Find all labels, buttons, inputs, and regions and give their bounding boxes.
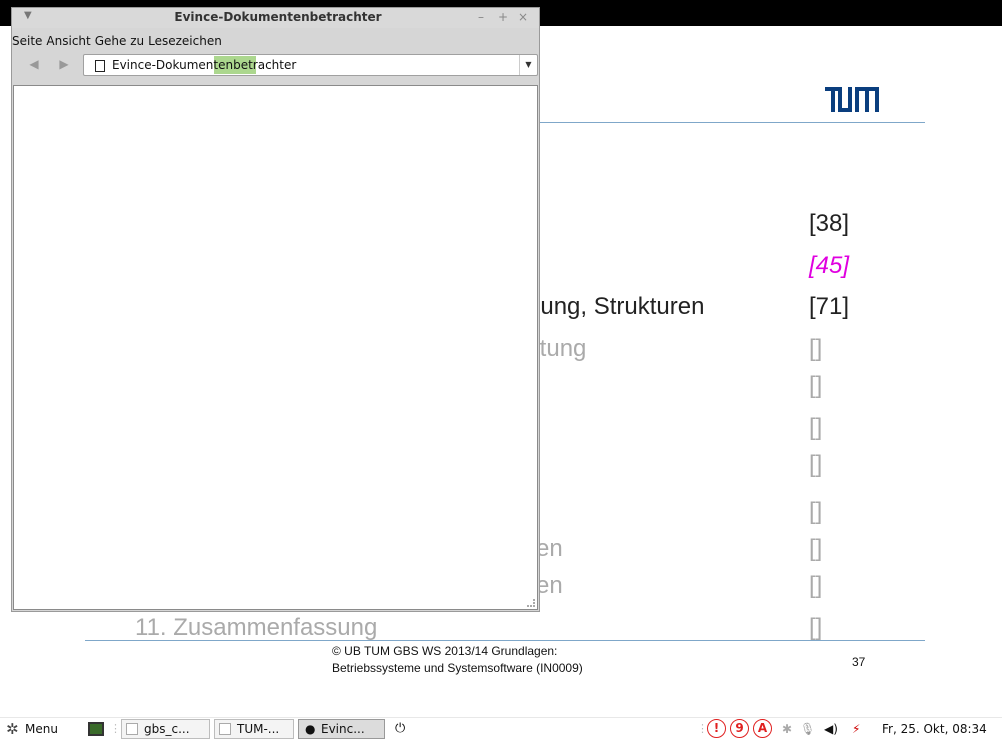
window-title: Evince-Dokumentenbetrachter: [174, 10, 382, 24]
toc-page-ref-current: [45]: [809, 252, 850, 279]
taskbar-window-tum[interactable]: TUM-...: [214, 719, 294, 739]
tray-a-badge[interactable]: A: [753, 719, 772, 738]
tum-logo-icon: [825, 87, 879, 112]
menu-ansicht[interactable]: Ansicht: [46, 34, 90, 48]
menu-seite[interactable]: Seite: [12, 34, 42, 48]
window-icon: [219, 723, 231, 735]
toc-page-ref: []: [809, 498, 823, 525]
chevron-down-icon[interactable]: ▼: [519, 55, 537, 75]
toc-page-ref: []: [809, 335, 823, 362]
evince-icon: ●: [305, 722, 316, 736]
footer-line: Betriebssysteme und Systemsoftware (IN00…: [332, 661, 583, 675]
slide-footer-copyright: © UB TUM GBS WS 2013/14 Grundlagen: Betr…: [332, 643, 583, 677]
location-combo[interactable]: Evince-Dokumentenbetrachter ▼: [83, 54, 538, 76]
volume-icon[interactable]: ◀): [824, 719, 838, 739]
taskbar-window-label: TUM-...: [237, 722, 280, 736]
show-desktop-icon[interactable]: [88, 722, 104, 736]
toc-page-ref: []: [809, 451, 823, 478]
power-icon[interactable]: ⏻: [395, 719, 405, 739]
taskbar: ✲ Menu ⋮ gbs_c... TUM-... ● Evinc... ⏻ ⋮…: [0, 717, 1002, 739]
microphone-icon[interactable]: 🎙: [800, 719, 815, 739]
window-menu-icon[interactable]: ▼: [24, 10, 32, 21]
separator: ⋮: [110, 722, 121, 735]
close-button[interactable]: ×: [518, 10, 528, 24]
footer-line: © UB TUM GBS WS 2013/14 Grundlagen:: [332, 644, 558, 658]
gear-icon[interactable]: ✲: [6, 719, 19, 739]
menu-lesezeichen[interactable]: Lesezeichen: [148, 34, 222, 48]
bluetooth-icon[interactable]: ✱: [782, 719, 792, 739]
toc-entry-text: erung, Strukturen: [519, 293, 705, 320]
slide-page-number: 37: [852, 655, 866, 669]
forward-arrow-icon[interactable]: ▶: [56, 57, 72, 71]
menu-gehe-zu[interactable]: Gehe zu: [95, 34, 144, 48]
document-icon: [95, 60, 105, 72]
toc-entry-text: 11. Zusammenfassung: [135, 614, 378, 641]
toolbar: ◀ ▶ Evince-Dokumentenbetrachter ▼: [12, 52, 539, 80]
back-arrow-icon[interactable]: ◀: [26, 57, 42, 71]
menu-button[interactable]: Menu: [25, 719, 58, 739]
toc-entry-text: en: [536, 535, 563, 562]
toc-page-ref: []: [809, 372, 823, 399]
toc-page-ref: []: [809, 535, 823, 562]
taskbar-window-label: gbs_c...: [144, 722, 190, 736]
tray-alert-badge[interactable]: !: [707, 719, 726, 738]
taskbar-window-gbs[interactable]: gbs_c...: [121, 719, 210, 739]
toc-page-ref: []: [809, 414, 823, 441]
location-text: Evince-Dokumentenbetrachter: [112, 58, 297, 72]
toc-page-ref: [71]: [809, 293, 850, 320]
evince-window: ▼ Evince-Dokumentenbetrachter – + × Seit…: [11, 7, 540, 612]
toc-page-ref: [38]: [809, 210, 850, 237]
taskbar-window-label: Evinc...: [321, 722, 365, 736]
network-icon[interactable]: ⚡: [852, 719, 860, 739]
toc-entry-text: en: [536, 572, 563, 599]
toc-page-ref: []: [809, 614, 823, 641]
clock[interactable]: Fr, 25. Okt, 08:34: [882, 719, 987, 739]
toc-page-ref: []: [809, 572, 823, 599]
tray-updates-badge[interactable]: 9: [730, 719, 749, 738]
document-view[interactable]: [13, 85, 538, 610]
menubar: Seite Ansicht Gehe zu Lesezeichen: [12, 30, 226, 48]
maximize-button[interactable]: +: [498, 10, 508, 24]
document-icon: [126, 723, 138, 735]
taskbar-window-evince[interactable]: ● Evinc...: [298, 719, 385, 739]
minimize-button[interactable]: –: [478, 10, 484, 24]
window-titlebar[interactable]: ▼ Evince-Dokumentenbetrachter – + ×: [12, 8, 539, 28]
resize-grip-icon[interactable]: [527, 599, 535, 607]
slide-footer-rule: [85, 640, 925, 641]
